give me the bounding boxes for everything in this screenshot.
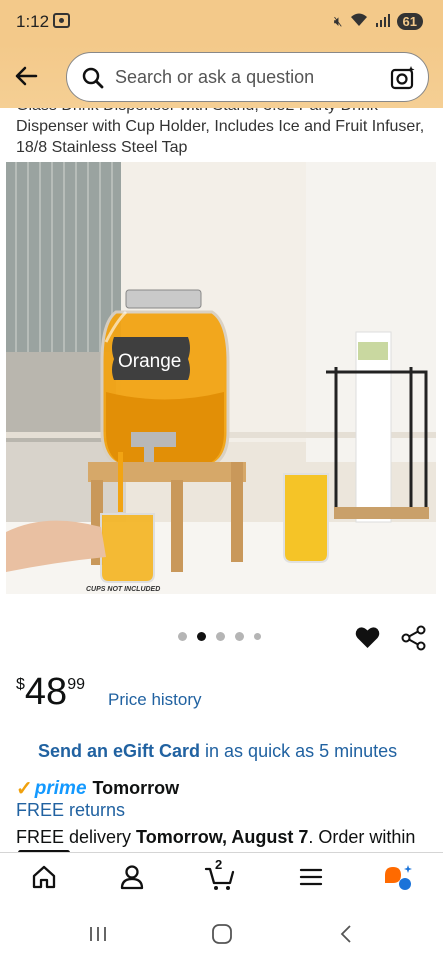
status-time: 1:12 (16, 12, 50, 31)
search-input[interactable]: Search or ask a question (66, 52, 429, 102)
egift-link[interactable]: Send an eGift Card in as quick as 5 minu… (38, 741, 397, 762)
home-button-icon[interactable] (211, 924, 233, 944)
egift-bold-text: Send an eGift Card (38, 741, 201, 761)
carousel-dot-active[interactable] (197, 632, 206, 641)
search-placeholder: Search or ask a question (115, 67, 315, 87)
share-icon[interactable] (401, 625, 426, 651)
bottom-nav: 2 (0, 852, 443, 902)
free-delivery-prefix: FREE delivery (16, 827, 137, 847)
dispenser-label-text: Orange (118, 351, 181, 372)
price-history-link[interactable]: Price history (108, 690, 202, 710)
carousel-dot[interactable] (178, 632, 187, 641)
prime-delivery-row: ✓ prime Tomorrow (16, 776, 179, 801)
app-header: Search or ask a question (0, 44, 443, 108)
signal-icon (375, 13, 391, 30)
free-delivery-suffix: . Order within (308, 827, 416, 847)
heart-icon[interactable] (355, 626, 380, 649)
price-symbol: $ (16, 676, 25, 693)
product-price: $ 48 99 (16, 672, 85, 712)
carousel-dot[interactable] (216, 632, 225, 641)
cart-button[interactable]: 2 (204, 857, 238, 891)
wifi-icon (349, 12, 369, 31)
rufus-icon[interactable] (383, 863, 415, 891)
status-icons: 🔇︎ 61 (334, 12, 423, 31)
back-arrow-icon[interactable] (12, 62, 40, 90)
product-image[interactable]: Orange CUPS NOT INCLUDED (6, 162, 436, 594)
egift-rest-text: in as quick as 5 minutes (200, 741, 398, 761)
product-photo: Orange CUPS NOT INCLUDED (6, 162, 436, 594)
status-bar: 1:12 🔇︎ 61 (0, 0, 443, 44)
free-delivery-date: Tomorrow, August 7 (136, 827, 309, 847)
android-nav-bar (0, 902, 443, 960)
recent-apps-icon[interactable] (88, 924, 108, 944)
camera-search-icon[interactable] (390, 65, 416, 91)
free-returns-link[interactable]: FREE returns (16, 800, 125, 821)
product-title-area: Glass Drink Dispenser with Stand, 3.82 P… (0, 108, 443, 164)
prime-check-icon: ✓ (16, 778, 33, 800)
price-fraction: 99 (67, 676, 85, 693)
screen-record-icon (53, 13, 70, 28)
product-title: Glass Drink Dispenser with Stand, 3.82 P… (16, 108, 425, 156)
cart-count: 2 (215, 857, 223, 872)
prime-logo: prime (34, 777, 87, 799)
image-carousel-dots (178, 632, 261, 641)
home-icon[interactable] (30, 863, 58, 891)
free-delivery-text: FREE delivery Tomorrow, August 7. Order … (16, 827, 415, 848)
image-caption: CUPS NOT INCLUDED (86, 586, 160, 593)
carousel-dot[interactable] (235, 632, 244, 641)
prime-day: Tomorrow (92, 778, 180, 798)
search-icon (82, 67, 104, 89)
menu-icon[interactable] (297, 863, 325, 891)
price-whole: 48 (24, 671, 68, 713)
account-icon[interactable] (118, 863, 146, 891)
mute-icon: 🔇︎ (333, 13, 343, 29)
back-button-icon[interactable] (338, 924, 354, 944)
carousel-dot[interactable] (254, 633, 261, 640)
battery-icon: 61 (396, 13, 423, 30)
